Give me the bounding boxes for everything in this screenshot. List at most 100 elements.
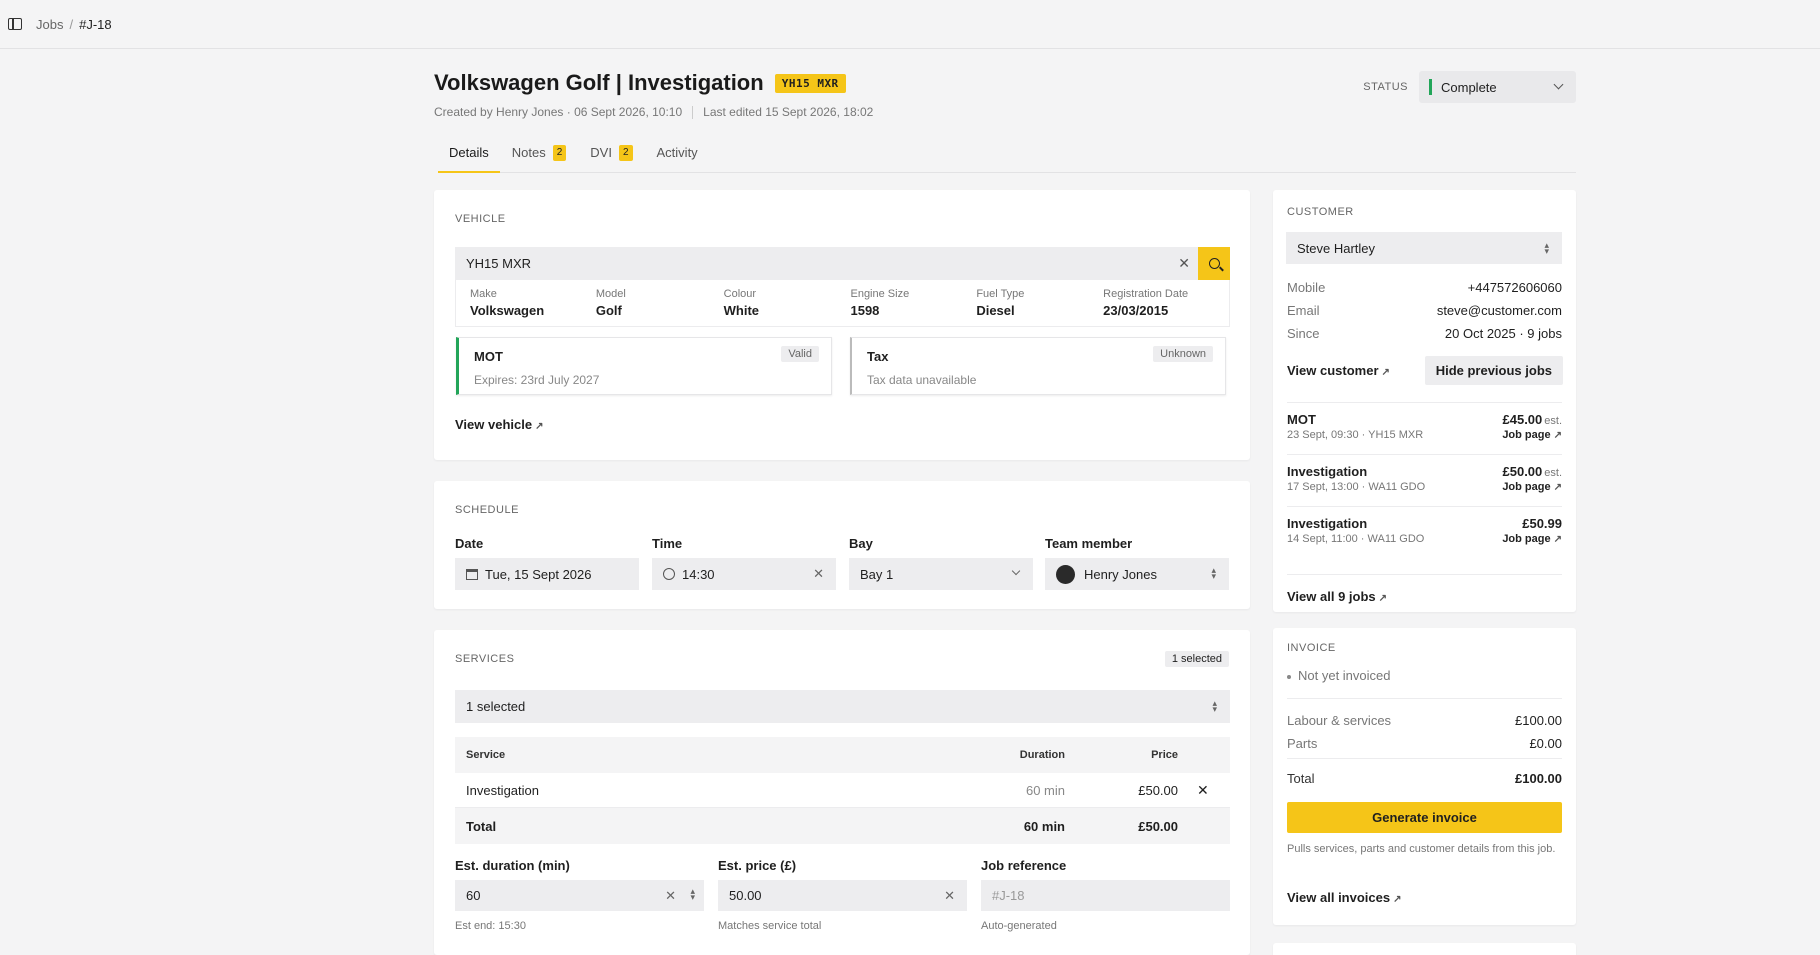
invoice-note: Pulls services, parts and customer detai… [1287, 843, 1556, 855]
bay-select[interactable]: Bay 1 [849, 558, 1033, 590]
sidebar-toggle-icon[interactable] [8, 18, 22, 30]
job-reference-input[interactable]: #J-18 [981, 880, 1230, 911]
date-picker[interactable]: Tue, 15 Sept 2026 [455, 558, 639, 590]
job-reference-field: Job reference #J-18 Auto-generated [981, 858, 1230, 932]
total-price: £50.00 [1138, 818, 1178, 834]
kv-key: Mobile [1287, 280, 1326, 295]
job-name: MOT [1287, 412, 1316, 427]
clear-icon[interactable]: ✕ [665, 888, 676, 904]
field-label: Bay [849, 536, 873, 551]
clock-icon [663, 568, 675, 580]
schedule-card: SCHEDULE Date Tue, 15 Sept 2026 Time 14:… [434, 481, 1250, 609]
customer-select[interactable]: Steve Hartley ▴ ▾ [1286, 232, 1562, 264]
external-link-icon: ↗ [1553, 534, 1562, 545]
avatar [1056, 564, 1075, 584]
chevron-up-down-icon: ▴ ▾ [1212, 698, 1217, 714]
job-estimate-flag: est. [1544, 467, 1562, 479]
services-select[interactable]: 1 selected ▴ ▾ [455, 690, 1230, 723]
previous-job-item: MOT £45.00 est. 23 Sept, 09:30 · YH15 MXR J… [1287, 402, 1562, 454]
job-meta: 17 Sept, 13:00 · WA11 GDO [1287, 481, 1426, 493]
view-customer-link[interactable]: View customer ↗ [1287, 363, 1390, 378]
tab-details[interactable]: Details [438, 145, 500, 173]
price-input[interactable]: 50.00 ✕ [718, 880, 967, 911]
breadcrumb-current: #J-18 [79, 16, 112, 32]
price-value: 50.00 [729, 888, 762, 903]
col-duration: Duration [1019, 749, 1065, 761]
spec-engine: Engine Size 1598 [850, 280, 976, 326]
clear-icon[interactable]: ✕ [944, 888, 955, 904]
tab-label: Activity [656, 145, 698, 160]
vehicle-search-input[interactable]: YH15 MXR ✕ [455, 247, 1230, 280]
status-control: STATUS Complete [1363, 71, 1576, 103]
external-link-icon: ↗ [1378, 593, 1388, 604]
view-all-invoices-link[interactable]: View all invoices ↗ [1287, 890, 1401, 905]
field-hint: Est end: 15:30 [455, 920, 526, 932]
tax-status-box: Tax Tax data unavailable Unknown [850, 337, 1226, 395]
section-label: CUSTOMER [1287, 206, 1354, 218]
kv-key: Email [1287, 303, 1320, 318]
link-label: Job page [1502, 533, 1551, 545]
view-vehicle-link[interactable]: View vehicle ↗ [455, 417, 543, 432]
duration-input[interactable]: 60 ✕ ▴ ▾ [455, 880, 704, 911]
link-label: View customer [1287, 363, 1379, 378]
tab-activity[interactable]: Activity [645, 145, 710, 173]
tab-dvi[interactable]: DVI 2 [578, 145, 644, 173]
external-link-icon: ↗ [1393, 894, 1402, 905]
hide-previous-jobs-button[interactable]: Hide previous jobs [1424, 356, 1563, 385]
view-all-jobs-link[interactable]: View all 9 jobs ↗ [1287, 574, 1562, 604]
remove-icon[interactable]: ✕ [1197, 782, 1209, 799]
chevron-up-down-icon: ▴ ▾ [1544, 240, 1549, 256]
field-hint: Auto-generated [981, 920, 1057, 932]
spec-key: Model [595, 288, 626, 300]
spec-key: Fuel Type [976, 288, 1025, 300]
job-page-link[interactable]: Job page ↗ [1502, 481, 1562, 493]
previous-job-item: Investigation £50.99 14 Sept, 11:00 · WA1… [1287, 506, 1562, 558]
customer-card: CUSTOMER Steve Hartley ▴ ▾ Mobile +44757260… [1273, 190, 1576, 612]
spec-value: White [723, 303, 760, 318]
clear-icon[interactable]: ✕ [1178, 255, 1190, 272]
job-meta: 14 Sept, 11:00 · WA11 GDO [1287, 533, 1425, 545]
link-label: View all invoices [1287, 890, 1391, 905]
table-total-row: Total 60 min £50.00 [455, 808, 1230, 844]
tab-count-badge: 2 [618, 145, 633, 161]
kv-value: steve@customer.com [1436, 303, 1562, 318]
section-label: SCHEDULE [455, 504, 519, 516]
clear-icon[interactable]: ✕ [813, 566, 824, 582]
time-field: Time 14:30 ✕ [652, 536, 836, 590]
invoice-labour: Labour & services £100.00 [1287, 713, 1562, 728]
team-member-field: Team member Henry Jones ▴ ▾ [1045, 536, 1229, 590]
tab-bar: Details Notes 2 DVI 2 Activity [438, 145, 1576, 173]
created-text: Created by Henry Jones · 06 Sept 2026, 1… [434, 105, 683, 119]
mot-expiry: Expires: 23rd July 2027 [474, 373, 600, 387]
job-page-link[interactable]: Job page ↗ [1502, 533, 1562, 545]
plate-badge: YH15 MXR [774, 73, 846, 93]
job-page-link[interactable]: Job page ↗ [1502, 429, 1562, 441]
breadcrumb: Jobs / #J-18 [36, 17, 112, 32]
service-price: £50.00 [1138, 782, 1178, 798]
kv-value: 20 Oct 2025 · 9 jobs [1444, 326, 1562, 341]
link-label: View vehicle [455, 417, 533, 432]
time-picker[interactable]: 14:30 ✕ [652, 558, 836, 590]
breadcrumb-jobs-link[interactable]: Jobs [36, 17, 63, 32]
team-member-select[interactable]: Henry Jones ▴ ▾ [1045, 558, 1229, 590]
status-select[interactable]: Complete [1419, 71, 1576, 103]
search-button[interactable] [1198, 247, 1230, 280]
customer-name: Steve Hartley [1297, 240, 1376, 256]
invoice-state: Not yet invoiced [1287, 668, 1391, 683]
job-estimate-flag: est. [1544, 415, 1562, 427]
total-duration: 60 min [1023, 818, 1065, 834]
duration-value: 60 [466, 888, 481, 903]
stepper-icon[interactable]: ▴ ▾ [690, 887, 695, 902]
generate-invoice-button[interactable]: Generate invoice [1287, 802, 1562, 833]
tab-notes[interactable]: Notes 2 [500, 145, 579, 173]
job-name: Investigation [1287, 516, 1368, 531]
job-reference-placeholder: #J-18 [992, 888, 1025, 903]
kv-value: £100.00 [1515, 713, 1562, 728]
status-label: STATUS [1363, 81, 1408, 93]
page-title: Volkswagen Golf | Investigation [434, 70, 764, 95]
customer-actions: View customer ↗ Hide previous jobs [1287, 356, 1563, 385]
table-row: Investigation 60 min £50.00 ✕ [455, 773, 1230, 808]
field-hint: Matches service total [718, 920, 822, 932]
job-price: £50.99 [1522, 516, 1562, 531]
kv-key: Since [1287, 326, 1320, 341]
